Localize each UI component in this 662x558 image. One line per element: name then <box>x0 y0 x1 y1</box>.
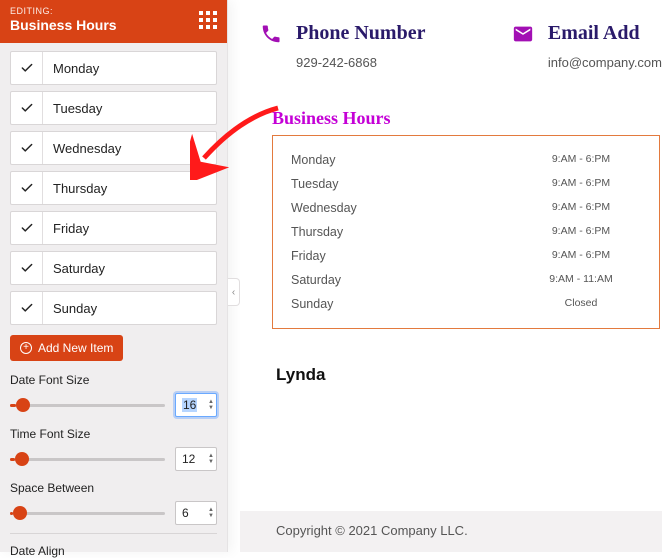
day-label[interactable]: Saturday <box>43 252 216 284</box>
date-font-size-field: Date Font Size 16 ▲▼ <box>0 371 227 425</box>
day-item[interactable]: Thursday <box>10 171 217 205</box>
checkmark-icon[interactable] <box>11 132 43 164</box>
drag-handle-icon[interactable] <box>199 11 217 29</box>
footer-copyright: Copyright © 2021 Company LLC. <box>240 511 662 552</box>
editor-header: EDITING: Business Hours <box>0 0 227 43</box>
space-between-slider[interactable] <box>10 506 165 520</box>
day: Sunday <box>291 297 521 311</box>
day: Friday <box>291 249 521 263</box>
hours-row: SundayClosed <box>273 292 659 316</box>
day-item[interactable]: Saturday <box>10 251 217 285</box>
day-item[interactable]: Friday <box>10 211 217 245</box>
day-label[interactable]: Tuesday <box>43 92 216 124</box>
checkmark-icon[interactable] <box>11 52 43 84</box>
field-label: Date Font Size <box>10 373 217 387</box>
time: 9:AM - 11:AM <box>521 273 641 287</box>
space-between-field: Space Between 6 ▲▼ <box>0 479 227 533</box>
day: Thursday <box>291 225 521 239</box>
date-font-size-input[interactable]: 16 ▲▼ <box>175 393 217 417</box>
day-label[interactable]: Thursday <box>43 172 216 204</box>
day-item[interactable]: Tuesday <box>10 91 217 125</box>
phone-heading: Phone Number <box>296 22 425 45</box>
day: Tuesday <box>291 177 521 191</box>
divider <box>10 533 217 534</box>
block-name: Business Hours <box>10 17 117 33</box>
day-items: Monday Tuesday Wednesday Thursday Friday Satu… <box>0 43 227 325</box>
time: 9:AM - 6:PM <box>521 153 641 167</box>
stepper-icon[interactable]: ▲▼ <box>208 400 214 411</box>
time-font-size-slider[interactable] <box>10 452 165 466</box>
hours-row: Tuesday9:AM - 6:PM <box>273 172 659 196</box>
hours-row: Monday9:AM - 6:PM <box>273 148 659 172</box>
time: 9:AM - 6:PM <box>521 201 641 215</box>
time: 9:AM - 6:PM <box>521 225 641 239</box>
business-hours-title: Business Hours <box>272 108 662 129</box>
editing-label: EDITING: <box>10 6 117 16</box>
plus-circle-icon: + <box>20 342 32 354</box>
day: Wednesday <box>291 201 521 215</box>
time: 9:AM - 6:PM <box>521 177 641 191</box>
collapse-handle[interactable]: ‹ <box>228 278 240 306</box>
preview-pane: Phone Number 929-242-6868 Email Add info… <box>240 0 662 552</box>
editor-title: EDITING: Business Hours <box>10 6 117 33</box>
day-label[interactable]: Sunday <box>43 292 216 324</box>
email-heading: Email Add <box>548 22 640 45</box>
day-item[interactable]: Sunday <box>10 291 217 325</box>
time-font-size-field: Time Font Size 12 ▲▼ <box>0 425 227 479</box>
time: 9:AM - 6:PM <box>521 249 641 263</box>
field-label: Space Between <box>10 481 217 495</box>
stepper-icon[interactable]: ▲▼ <box>208 454 214 465</box>
day: Saturday <box>291 273 521 287</box>
hours-row: Thursday9:AM - 6:PM <box>273 220 659 244</box>
day-label[interactable]: Wednesday <box>43 132 216 164</box>
day-item[interactable]: Monday <box>10 51 217 85</box>
day-item[interactable]: Wednesday <box>10 131 217 165</box>
field-label: Time Font Size <box>10 427 217 441</box>
editor-sidebar: EDITING: Business Hours Monday Tuesday Wed… <box>0 0 228 552</box>
business-hours-box[interactable]: Monday9:AM - 6:PMTuesday9:AM - 6:PMWedne… <box>272 135 660 329</box>
checkmark-icon[interactable] <box>11 212 43 244</box>
stepper-icon[interactable]: ▲▼ <box>208 508 214 519</box>
date-font-size-slider[interactable] <box>10 398 165 412</box>
day-label[interactable]: Monday <box>43 52 216 84</box>
day-label[interactable]: Friday <box>43 212 216 244</box>
checkmark-icon[interactable] <box>11 92 43 124</box>
author-name: Lynda <box>276 365 662 385</box>
checkmark-icon[interactable] <box>11 292 43 324</box>
time-font-size-input[interactable]: 12 ▲▼ <box>175 447 217 471</box>
hours-row: Saturday9:AM - 11:AM <box>273 268 659 292</box>
hours-row: Wednesday9:AM - 6:PM <box>273 196 659 220</box>
hours-row: Friday9:AM - 6:PM <box>273 244 659 268</box>
phone-icon <box>260 23 282 45</box>
date-align-field: Date Align <box>0 542 227 558</box>
checkmark-icon[interactable] <box>11 252 43 284</box>
day: Monday <box>291 153 521 167</box>
add-new-item-button[interactable]: + Add New Item <box>10 335 123 361</box>
phone-value: 929-242-6868 <box>296 55 512 70</box>
field-label: Date Align <box>10 544 217 558</box>
space-between-input[interactable]: 6 ▲▼ <box>175 501 217 525</box>
email-value: info@company.com <box>548 55 662 70</box>
add-item-label: Add New Item <box>38 341 113 355</box>
mail-icon <box>512 23 534 45</box>
time: Closed <box>521 297 641 311</box>
checkmark-icon[interactable] <box>11 172 43 204</box>
